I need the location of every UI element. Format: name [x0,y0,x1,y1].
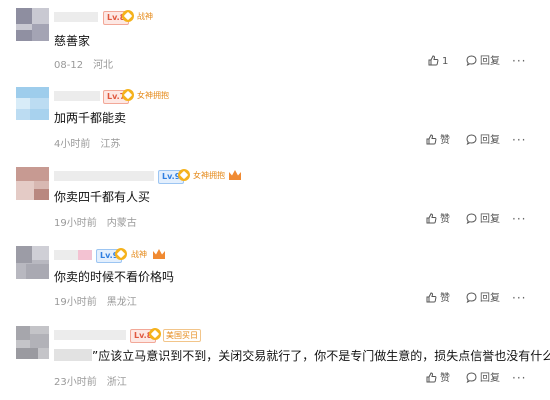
reply-button[interactable]: 回复 [466,134,500,148]
reply-label: 回复 [480,293,500,304]
comment-text: 慈善家 [54,34,91,48]
crown-icon [153,249,165,259]
avatar[interactable] [16,326,49,359]
reply-bubble-icon [466,213,477,224]
avatar[interactable] [16,87,49,120]
medal-tag: 女神拥抱 [137,91,169,100]
reply-label: 回复 [480,56,500,67]
comment-actions: 赞 回复 ··· [0,134,550,148]
reply-button[interactable]: 回复 [466,372,500,386]
username-redacted[interactable] [54,171,154,181]
thumbs-up-icon [426,372,437,383]
reply-button[interactable]: 回复 [466,213,500,227]
mention-redacted [54,349,92,361]
username-redacted[interactable] [54,330,126,340]
comment-actions: 赞 回复 ··· [0,372,550,386]
thumbs-up-icon [426,134,437,145]
comment-actions: 赞 回复 ··· [0,213,550,227]
more-icon[interactable]: ··· [512,134,526,146]
badge-shield-icon [122,10,134,22]
username-redacted[interactable] [54,12,98,22]
comment-text-body: ”应该立马意识到不到，关闭交易就行了，你不是专门做生意的，损失点信誉也没有什么 [92,349,550,363]
reply-bubble-icon [466,55,477,66]
badge-shield-icon [122,89,134,101]
medal-tag: 战神 [137,12,153,21]
username-redacted[interactable] [54,250,78,260]
medal-tag: 战神 [131,250,147,259]
comment-actions: 1 回复 ··· [0,55,550,69]
like-label: 赞 [440,293,450,304]
more-icon[interactable]: ··· [512,292,526,304]
like-button[interactable]: 赞 [426,213,450,227]
badge-shield-icon [178,169,190,181]
reply-bubble-icon [466,372,477,383]
more-icon[interactable]: ··· [512,372,526,384]
reply-label: 回复 [480,214,500,225]
avatar[interactable] [16,8,49,41]
crown-icon [229,170,241,180]
thumbs-up-icon [426,213,437,224]
like-button[interactable]: 赞 [426,134,450,148]
reply-label: 回复 [480,135,500,146]
badge-shield-icon [149,328,161,340]
avatar[interactable] [16,246,49,279]
thumbs-up-icon [426,292,437,303]
reply-bubble-icon [466,134,477,145]
comment-text: 你卖的时候不看价格吗 [54,270,175,284]
like-label: 赞 [440,373,450,384]
comment-text: 加两千都能卖 [54,111,127,125]
comment-actions: 赞 回复 ··· [0,292,550,306]
like-count: 1 [442,56,449,67]
avatar[interactable] [16,167,49,200]
thumbs-up-icon [428,55,439,66]
badge-shield-icon [115,248,127,260]
reply-label: 回复 [480,373,500,384]
more-icon[interactable]: ··· [512,55,526,67]
like-label: 赞 [440,135,450,146]
reply-button[interactable]: 回复 [466,55,500,69]
like-button[interactable]: 赞 [426,372,450,386]
reply-bubble-icon [466,292,477,303]
medal-tag: 女神拥抱 [193,171,225,180]
more-icon[interactable]: ··· [512,213,526,225]
comment-text: ”应该立马意识到不到，关闭交易就行了，你不是专门做生意的，损失点信誉也没有什么 [54,348,550,364]
username-redacted[interactable] [78,250,92,260]
like-button[interactable]: 1 [428,55,448,69]
reply-button[interactable]: 回复 [466,292,500,306]
medal-tag: 美国买日 [163,329,201,342]
username-redacted[interactable] [54,91,100,101]
comment-text: 你卖四千都有人买 [54,190,151,204]
like-label: 赞 [440,214,450,225]
like-button[interactable]: 赞 [426,292,450,306]
